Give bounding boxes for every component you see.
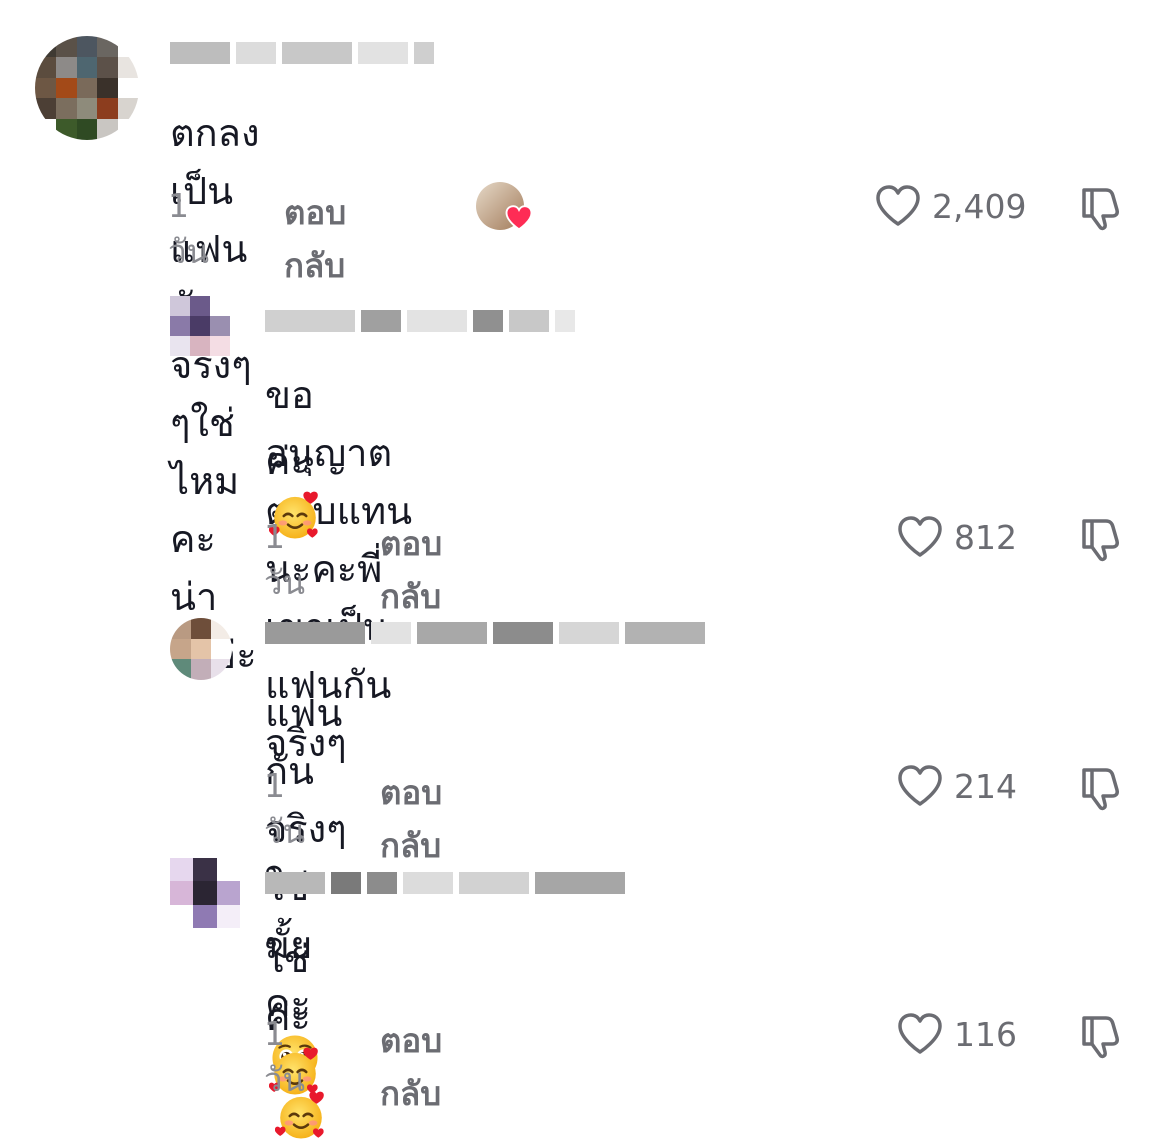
comment-time: 1 วัน bbox=[264, 517, 306, 602]
thumbs-down-icon[interactable] bbox=[1076, 184, 1124, 232]
username-redacted[interactable] bbox=[265, 308, 575, 334]
comment-time: 1 วัน bbox=[264, 1014, 306, 1099]
heart-outline-icon bbox=[896, 515, 944, 559]
thumbs-down-icon[interactable] bbox=[1076, 1012, 1124, 1060]
reply-button[interactable]: ตอบกลับ bbox=[380, 766, 442, 872]
avatar[interactable] bbox=[170, 858, 240, 928]
reply-button[interactable]: ตอบกลับ bbox=[380, 1014, 442, 1120]
like-count: 116 bbox=[954, 1014, 1017, 1054]
like-button[interactable]: 116 bbox=[896, 1012, 1017, 1056]
heart-outline-icon bbox=[896, 1012, 944, 1056]
avatar[interactable] bbox=[170, 618, 232, 680]
reply-button[interactable]: ตอบกลับ bbox=[284, 186, 346, 292]
like-count: 812 bbox=[954, 517, 1017, 557]
like-button[interactable]: 812 bbox=[896, 515, 1017, 559]
avatar[interactable] bbox=[170, 296, 230, 356]
heart-outline-icon bbox=[874, 184, 922, 228]
comment-time: 1 วัน bbox=[168, 186, 210, 271]
username-redacted[interactable] bbox=[170, 40, 434, 66]
thumbs-down-icon[interactable] bbox=[1076, 764, 1124, 812]
heart-filled-icon bbox=[505, 205, 533, 231]
thumbs-down-icon[interactable] bbox=[1076, 515, 1124, 563]
avatar[interactable] bbox=[35, 36, 139, 140]
reply-button[interactable]: ตอบกลับ bbox=[380, 517, 442, 623]
like-button[interactable]: 214 bbox=[896, 764, 1017, 808]
like-count: 214 bbox=[954, 766, 1017, 806]
heart-outline-icon bbox=[896, 764, 944, 808]
like-count: 2,409 bbox=[932, 186, 1027, 226]
comment-time: 1 วัน bbox=[264, 766, 306, 851]
username-redacted[interactable] bbox=[265, 870, 625, 896]
creator-liked-badge bbox=[476, 182, 533, 238]
username-redacted[interactable] bbox=[265, 620, 705, 646]
comment-text-continuation: ค่ะ bbox=[265, 439, 311, 483]
like-button[interactable]: 2,409 bbox=[874, 184, 1026, 228]
